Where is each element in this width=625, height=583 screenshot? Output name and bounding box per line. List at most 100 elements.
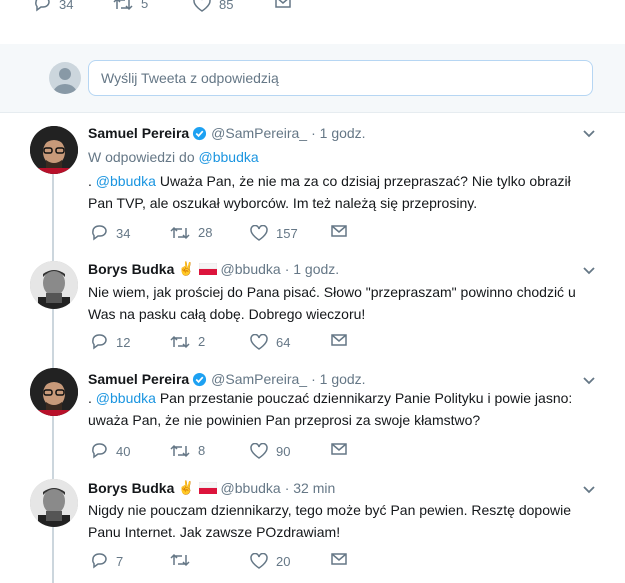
tweet-header: Borys Budka ✌️ @bbudka · 32 min xyxy=(88,480,335,496)
heart-icon xyxy=(250,334,268,350)
dm-action[interactable] xyxy=(331,443,355,455)
like-count: 20 xyxy=(276,553,291,569)
retweet-count: 2 xyxy=(198,334,206,349)
chevron-down-icon[interactable] xyxy=(583,127,595,141)
retweet-count: 28 xyxy=(198,225,213,240)
reply-icon xyxy=(92,334,107,350)
dm-action[interactable] xyxy=(275,0,299,8)
tweet[interactable]: Borys Budka ✌️ @bbudka · 1 godz. Nie wie… xyxy=(0,257,625,363)
display-name[interactable]: Samuel Pereira xyxy=(88,125,189,141)
tweet-body: Nie wiem, jak prościej do Pana pisać. Sł… xyxy=(88,284,576,322)
reply-context: W odpowiedzi do @bbudka xyxy=(88,149,259,165)
text-prefix: . xyxy=(88,173,96,189)
tweet-header: Borys Budka ✌️ @bbudka · 1 godz. xyxy=(88,261,339,277)
retweet-icon xyxy=(113,0,133,10)
tweet[interactable]: Borys Budka ✌️ @bbudka · 32 min Nigdy ni… xyxy=(0,473,625,583)
display-name[interactable]: Borys Budka xyxy=(88,261,174,277)
heart-icon xyxy=(250,225,268,241)
like-action[interactable]: 64 xyxy=(250,334,290,350)
envelope-icon xyxy=(331,334,347,346)
like-action[interactable]: 20 xyxy=(250,553,290,569)
tweet-text: Nigdy nie pouczam dziennikarzy, tego moż… xyxy=(88,499,593,543)
dm-action[interactable] xyxy=(331,334,355,346)
dm-action[interactable] xyxy=(331,225,355,237)
tweet[interactable]: Samuel Pereira @SamPereira_ · 1 godz. W … xyxy=(0,112,625,257)
avatar[interactable] xyxy=(30,261,78,309)
envelope-icon xyxy=(331,443,347,455)
poland-flag-icon xyxy=(198,482,217,494)
like-action[interactable]: 90 xyxy=(250,443,290,459)
reply-icon xyxy=(35,0,50,12)
reply-action[interactable]: 34 xyxy=(90,225,130,241)
chevron-down-icon[interactable] xyxy=(583,374,595,388)
retweet-action[interactable]: 2 xyxy=(170,334,205,349)
retweet-icon xyxy=(170,335,190,348)
reply-icon xyxy=(92,553,107,569)
reply-placeholder: Wyślij Tweeta z odpowiedzią xyxy=(101,70,279,86)
reply-icon xyxy=(92,225,107,241)
reply-count: 34 xyxy=(59,0,74,12)
envelope-icon xyxy=(275,0,291,8)
mention-link[interactable]: @bbudka xyxy=(96,390,156,406)
retweet-action[interactable] xyxy=(170,553,198,567)
mention-link[interactable]: @bbudka xyxy=(96,173,156,189)
user-handle[interactable]: @SamPereira_ xyxy=(211,371,307,387)
chevron-down-icon[interactable] xyxy=(583,483,595,497)
reply-action[interactable]: 40 xyxy=(90,443,130,459)
victory-hand-icon: ✌️ xyxy=(178,261,195,276)
verified-badge-icon xyxy=(193,372,207,386)
tweet[interactable]: Samuel Pereira @SamPereira_ · 1 godz. . … xyxy=(0,363,625,473)
reply-action[interactable]: 7 xyxy=(90,553,123,569)
reply-count: 7 xyxy=(116,553,124,569)
reply-icon xyxy=(92,443,107,459)
reply-prefix: W odpowiedzi do xyxy=(88,149,195,165)
retweet-action[interactable]: 8 xyxy=(170,443,205,458)
timestamp[interactable]: · 32 min xyxy=(285,480,336,496)
like-count: 157 xyxy=(276,225,298,241)
tweet-actions: 40 8 90 xyxy=(88,443,588,461)
timestamp[interactable]: · 1 godz. xyxy=(285,261,339,277)
tweet-header: Samuel Pereira @SamPereira_ · 1 godz. xyxy=(88,125,366,141)
dm-action[interactable] xyxy=(331,553,355,565)
like-action[interactable]: 157 xyxy=(250,225,298,241)
timestamp[interactable]: · 1 godz. xyxy=(311,125,365,141)
heart-icon xyxy=(250,553,268,569)
user-handle[interactable]: @SamPereira_ xyxy=(211,125,307,141)
reply-count: 40 xyxy=(116,443,131,459)
avatar[interactable] xyxy=(30,479,78,527)
heart-icon xyxy=(250,443,268,459)
retweet-icon xyxy=(170,553,190,567)
timestamp[interactable]: · 1 godz. xyxy=(311,371,365,387)
envelope-icon xyxy=(331,553,347,565)
display-name[interactable]: Borys Budka xyxy=(88,480,174,496)
display-name[interactable]: Samuel Pereira xyxy=(88,371,189,387)
reply-box: Wyślij Tweeta z odpowiedzią xyxy=(0,44,625,112)
like-count: 90 xyxy=(276,443,291,459)
tweet-text: . @bbudka Uważa Pan, że nie ma za co dzi… xyxy=(88,170,593,214)
reply-count: 34 xyxy=(116,225,131,241)
user-handle[interactable]: @bbudka xyxy=(221,480,281,496)
retweet-count: 8 xyxy=(198,443,206,458)
retweet-action[interactable]: 28 xyxy=(170,225,212,240)
tweet-actions: 34 28 157 xyxy=(88,225,588,243)
reply-count: 12 xyxy=(116,334,131,350)
avatar[interactable] xyxy=(30,126,78,174)
user-avatar xyxy=(49,62,81,94)
reply-action[interactable]: 34 xyxy=(33,0,73,12)
chevron-down-icon[interactable] xyxy=(583,264,595,278)
reply-to-link[interactable]: @bbudka xyxy=(199,149,259,165)
reply-input[interactable]: Wyślij Tweeta z odpowiedzią xyxy=(88,60,593,96)
avatar[interactable] xyxy=(30,368,78,416)
tweet-actions: 7 20 xyxy=(88,553,588,571)
user-handle[interactable]: @bbudka xyxy=(221,261,281,277)
victory-hand-icon: ✌️ xyxy=(178,480,195,495)
tweet-header: Samuel Pereira @SamPereira_ · 1 godz. xyxy=(88,371,366,387)
reply-action[interactable]: 12 xyxy=(90,334,130,350)
retweet-action[interactable]: 5 xyxy=(113,0,148,11)
like-action[interactable]: 85 xyxy=(193,0,233,12)
like-count: 64 xyxy=(276,334,291,350)
tweet-body: Pan przestanie pouczać dziennikarzy Pani… xyxy=(88,390,573,428)
tweet-actions: 12 2 64 xyxy=(88,334,588,352)
tweet-body: Nigdy nie pouczam dziennikarzy, tego moż… xyxy=(88,502,571,540)
like-count: 85 xyxy=(219,0,234,12)
